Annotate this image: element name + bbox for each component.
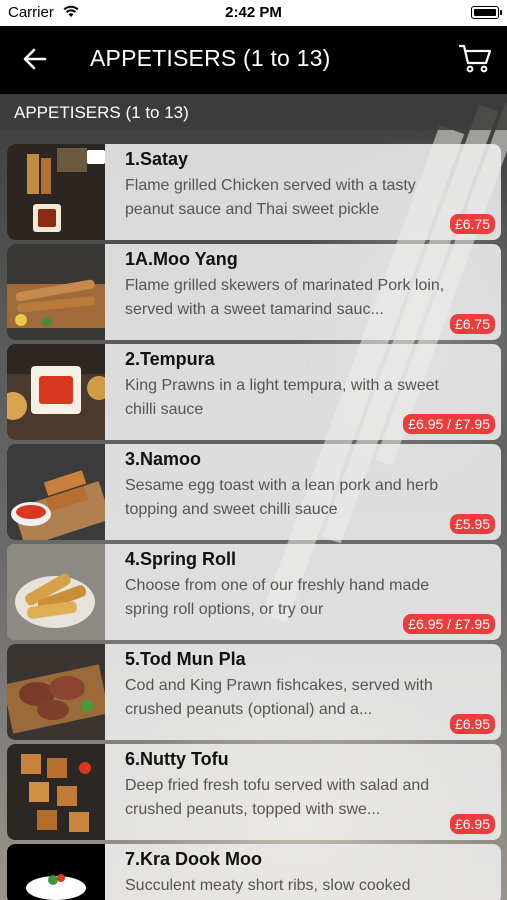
price-badge: £5.95 [449,514,495,534]
page-title: APPETISERS (1 to 13) [90,45,331,71]
item-photo [7,744,105,840]
status-bar: Carrier 2:42 PM [0,0,507,26]
item-name: 1.Satay [125,149,189,169]
price-badge: £6.95 / £7.95 [403,614,495,634]
list-item[interactable]: 6.Nutty Tofu Deep fried fresh tofu serve… [7,744,501,840]
item-name: 4.Spring Roll [125,549,237,569]
list-item[interactable]: 4.Spring Roll Choose from one of our fre… [7,544,501,640]
item-photo [7,244,105,340]
item-name: 3.Namoo [125,449,202,469]
section-header: APPETISERS (1 to 13) [0,94,507,130]
list-item[interactable]: 7.Kra Dook Moo Succulent meaty short rib… [7,844,501,900]
item-description: Deep fried fresh tofu served with salad … [125,777,430,818]
item-name: 1A.Moo Yang [125,249,238,269]
list-item[interactable]: 1A.Moo Yang Flame grilled skewers of mar… [7,244,501,340]
item-photo [7,844,105,900]
list-item[interactable]: 3.Namoo Sesame egg toast with a lean por… [7,444,501,540]
item-photo [7,144,105,240]
item-description: Flame grilled Chicken served with a tast… [125,177,416,218]
price-badge: £6.95 [449,814,495,834]
item-photo [7,344,105,440]
item-photo [7,644,105,740]
item-name: 6.Nutty Tofu [125,749,229,769]
price-badge: £6.75 [449,214,495,234]
nav-bar: APPETISERS (1 to 13) [0,26,507,94]
item-name: 2.Tempura [125,349,215,369]
item-description: Cod and King Prawn fishcakes, served wit… [125,677,433,718]
status-time: 2:42 PM [225,4,282,21]
item-photo [7,444,105,540]
item-description: Flame grilled skewers of marinated Pork … [125,277,445,318]
item-name: 5.Tod Mun Pla [125,649,246,669]
price-badge: £6.95 [449,714,495,734]
section-title: APPETISERS (1 to 13) [14,103,189,122]
item-photo [7,544,105,640]
back-arrow-icon[interactable] [22,46,48,72]
cart-icon[interactable] [457,42,493,74]
item-description: Sesame egg toast with a lean pork and he… [125,477,439,518]
take-thai-logo [26,874,86,900]
item-description: Succulent meaty short ribs, slow cooked [125,877,411,894]
list-item[interactable]: 5.Tod Mun Pla Cod and King Prawn fishcak… [7,644,501,740]
price-badge: £6.95 / £7.95 [403,414,495,434]
list-item[interactable]: 2.Tempura King Prawns in a light tempura… [7,344,501,440]
battery-icon [471,6,502,19]
list-item[interactable]: 1.Satay Flame grilled Chicken served wit… [7,144,501,240]
item-name: 7.Kra Dook Moo [125,849,263,869]
price-badge: £6.75 [449,314,495,334]
